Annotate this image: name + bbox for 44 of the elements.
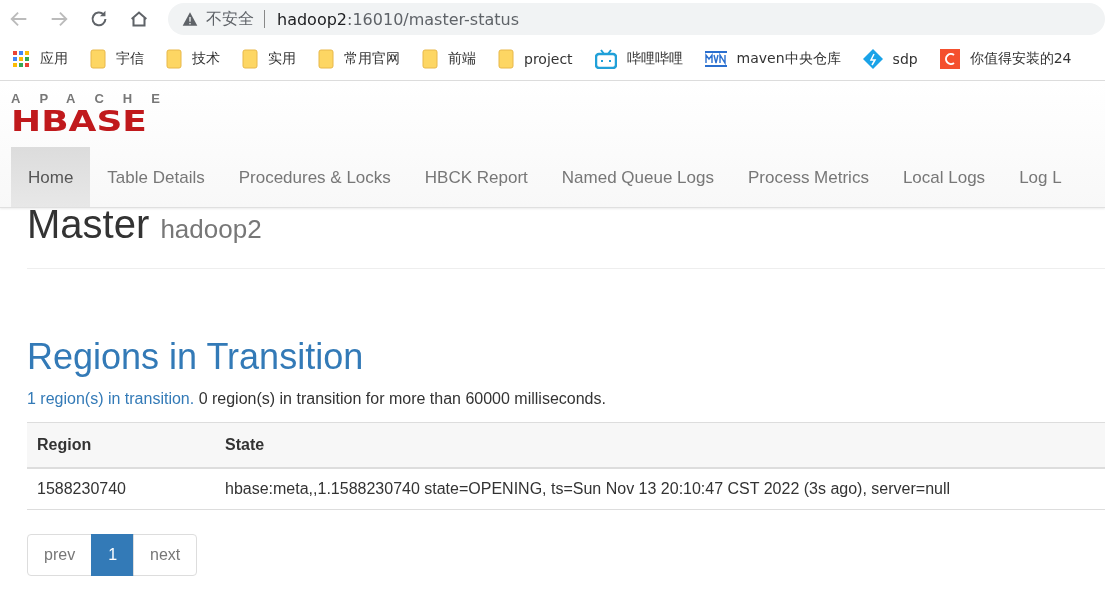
nav-tab[interactable]: Local Logs <box>885 147 1003 207</box>
bookmark-item[interactable]: sdp <box>862 49 918 69</box>
bookmark-item[interactable]: maven中央仓库 <box>704 50 841 68</box>
column-header: State <box>215 422 1105 469</box>
bookmark-item[interactable]: project <box>498 49 573 69</box>
c-logo-icon <box>939 49 960 69</box>
table-cell: 1588230740 <box>27 468 215 510</box>
bookmark-item[interactable]: 你值得安装的24 <box>939 49 1072 69</box>
bookmark-item[interactable]: 哔哩哔哩 <box>594 49 683 69</box>
bookmark-item[interactable]: 实用 <box>242 49 296 69</box>
bookmark-item[interactable]: 宇信 <box>90 49 144 69</box>
nav-tab[interactable]: Log L <box>1002 147 1062 207</box>
folder-icon <box>242 49 258 69</box>
diamond-icon <box>862 49 883 69</box>
nav-tab[interactable]: Named Queue Logs <box>544 147 731 207</box>
nav-tab[interactable]: Home <box>11 147 91 207</box>
page-button[interactable]: next <box>133 534 198 577</box>
folder-icon <box>166 49 182 69</box>
bookmark-item[interactable]: 常用官网 <box>318 49 400 69</box>
column-header: Region <box>27 422 215 469</box>
apps-grid-icon <box>12 50 30 68</box>
nav-tab[interactable]: HBCK Report <box>407 147 545 207</box>
nav-tab[interactable]: Procedures & Locks <box>221 147 408 207</box>
bookmark-item[interactable]: 技术 <box>166 49 220 69</box>
transition-summary: 1 region(s) in transition. 0 region(s) in transition for more than 60000 milliseconds. <box>27 390 607 409</box>
folder-icon <box>90 49 106 69</box>
nav-tab[interactable]: Process Metrics <box>730 147 886 207</box>
transition-link[interactable]: 1 region(s) in transition. <box>27 390 195 408</box>
folder-icon <box>498 49 514 69</box>
page-button[interactable]: 1 <box>91 534 135 577</box>
host-name: hadoop2 <box>160 214 262 244</box>
security-label: 不安全 <box>198 10 265 28</box>
tv-icon <box>594 49 617 69</box>
address-bar[interactable]: 不安全 hadoop2:16010/master-status <box>168 3 1105 35</box>
bookmark-item[interactable]: 应用 <box>12 50 68 68</box>
bookmark-item[interactable]: 前端 <box>422 49 476 69</box>
folder-icon <box>422 49 438 69</box>
warning-icon <box>182 11 198 27</box>
table-cell: hbase:meta,,1.1588230740 state=OPENING, ts=Sun Nov 13 20:10:47 CST 2022 (3s ago), server=null <box>215 468 1105 510</box>
hbase-logo[interactable]: APACHE HBASE <box>11 91 179 135</box>
section-heading: Regions in Transition <box>27 335 365 379</box>
page-url: hadoop2:16010/master-status <box>277 9 520 29</box>
folder-icon <box>318 49 334 69</box>
maven-icon <box>704 51 727 67</box>
